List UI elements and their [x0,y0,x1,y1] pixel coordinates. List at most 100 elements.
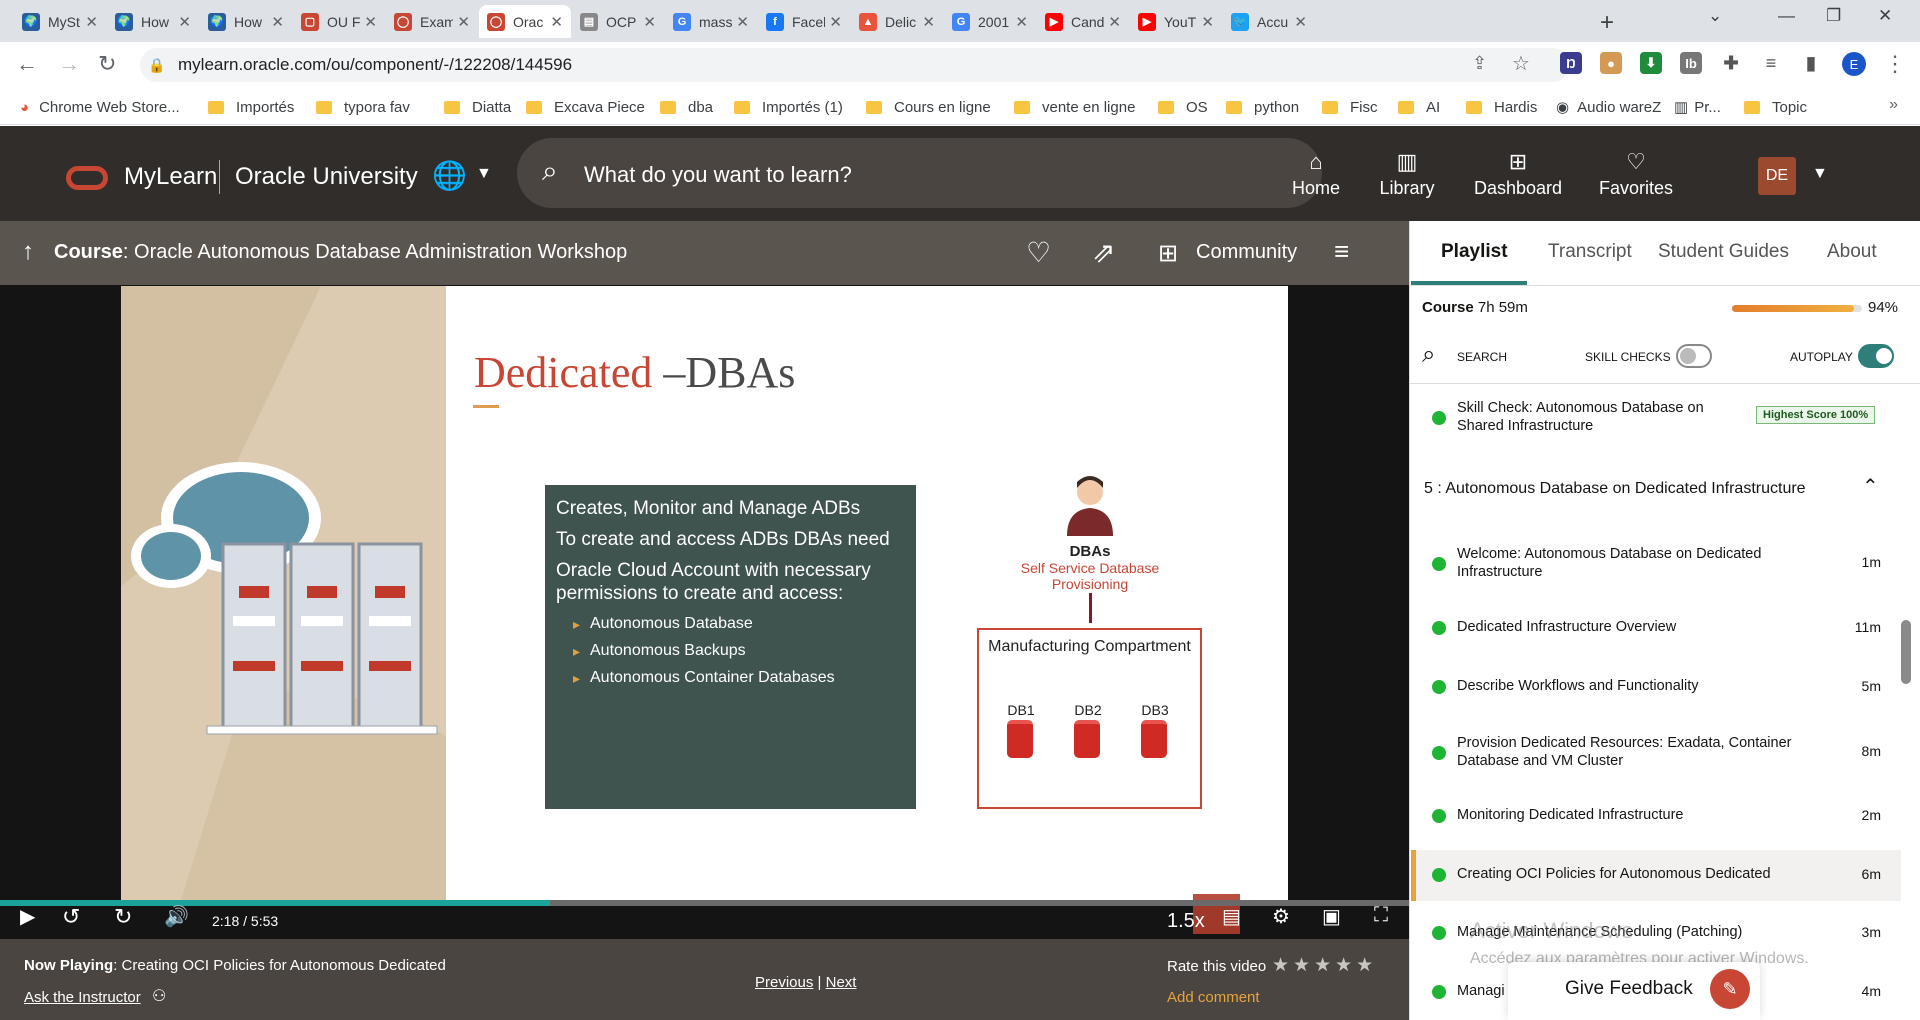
close-tab-icon[interactable]: ✕ [1201,13,1214,31]
playlist-item[interactable]: Monitoring Dedicated Infrastructure [1457,806,1837,824]
next-link[interactable]: Next [826,974,857,991]
share-icon[interactable]: ⇪ [1472,53,1487,74]
fullscreen-icon[interactable]: ⛶ [1374,904,1388,927]
close-window-button[interactable]: ✕ [1878,6,1892,26]
video-progress-fill[interactable] [0,900,550,906]
extension-icon[interactable]: Ŋ [1560,52,1582,74]
community-link[interactable]: Community [1196,241,1297,264]
playlist-toggle-icon[interactable]: ≡ [1334,236,1349,267]
bookmark-item[interactable]: python [1226,97,1299,117]
bookmark-item[interactable]: ◉ Audio wareZ [1556,97,1661,117]
bookmark-item[interactable]: AI [1398,97,1440,117]
bookmark-item[interactable]: dba [660,97,713,117]
bookmark-item[interactable]: Topic [1744,97,1807,117]
close-tab-icon[interactable]: ✕ [550,13,563,31]
chevron-down-icon[interactable]: ▼ [1812,165,1828,183]
browser-tab[interactable]: ◯ Exam ✕ [386,5,478,38]
nav-home[interactable]: ⌂ Home [1271,150,1361,199]
lock-icon[interactable]: 🔒 [148,57,165,74]
bookmark-item[interactable]: Importés (1) [734,97,843,117]
bookmark-star-icon[interactable]: ☆ [1512,51,1530,76]
feedback-chat-icon[interactable]: ✎ [1710,969,1750,1009]
share-icon[interactable]: ⇗ [1092,236,1115,269]
close-tab-icon[interactable]: ✕ [1108,13,1121,31]
close-tab-icon[interactable]: ✕ [1294,13,1307,31]
reload-button[interactable]: ↻ [98,51,116,77]
close-tab-icon[interactable]: ✕ [457,13,470,31]
skill-checks-toggle[interactable] [1676,344,1712,368]
instructor-icon[interactable]: ⚇ [152,986,166,1006]
tab-transcript[interactable]: Transcript [1548,241,1632,263]
reading-list-icon[interactable]: ≡ [1760,52,1782,74]
bookmark-item[interactable]: OS [1158,97,1208,117]
browser-tab[interactable]: 🌍 How ✕ [107,5,199,38]
playlist-item[interactable]: Creating OCI Policies for Autonomous Ded… [1457,865,1837,883]
volume-icon[interactable]: 🔊 [164,904,189,929]
playback-speed[interactable]: 1.5x [1167,910,1205,933]
skill-check-item[interactable]: Skill Check: Autonomous Database on Shar… [1457,399,1727,435]
bookmark-item[interactable]: vente en ligne [1014,97,1135,117]
bookmark-item[interactable]: typora fav [316,97,410,117]
restore-button[interactable]: ❐ [1826,6,1841,26]
autoplay-toggle[interactable] [1858,344,1894,368]
rewind-10-icon[interactable]: ↺ [62,904,80,930]
heart-icon[interactable]: ♡ [1026,236,1051,269]
close-tab-icon[interactable]: ✕ [1015,13,1028,31]
side-panel-icon[interactable]: ▮ [1800,52,1822,74]
tab-about[interactable]: About [1827,241,1877,263]
bookmarks-overflow-icon[interactable]: » [1889,96,1898,114]
play-icon[interactable]: ▶ [20,904,35,929]
bookmark-item[interactable]: Diatta [444,97,511,117]
previous-link[interactable]: Previous [755,974,813,991]
panel-scrollbar[interactable] [1901,620,1911,684]
close-tab-icon[interactable]: ✕ [922,13,935,31]
chevron-down-icon[interactable]: ▼ [476,165,492,183]
browser-tab[interactable]: f Facel ✕ [758,5,850,38]
nav-dashboard[interactable]: ⊞ Dashboard [1473,150,1563,199]
playlist-item[interactable]: Welcome: Autonomous Database on Dedicate… [1457,545,1837,581]
cookie-extension-icon[interactable]: ● [1600,52,1622,74]
bookmark-item[interactable]: Hardis [1466,97,1537,117]
browser-tab[interactable]: 🌍 How ✕ [200,5,292,38]
browser-tab[interactable]: Gmass ✕ [665,5,757,38]
tab-student-guides[interactable]: Student Guides [1658,241,1789,263]
browser-tab[interactable]: 🐦 Accu ✕ [1223,5,1315,38]
profile-avatar[interactable]: E [1842,52,1866,76]
close-tab-icon[interactable]: ✕ [364,13,377,31]
give-feedback-button[interactable]: Give Feedback [1565,978,1693,1000]
subtitles-icon[interactable]: ▤ [1222,904,1241,929]
browser-tab[interactable]: G 2001 ✕ [944,5,1036,38]
globe-icon[interactable]: 🌐 [432,159,467,192]
browser-tab[interactable]: ▶ YouT ✕ [1130,5,1222,38]
nav-favorites[interactable]: ♡ Favorites [1591,150,1681,199]
bookmark-item[interactable]: ▥ Pr... [1674,97,1721,117]
bookmark-item[interactable]: Fisc [1322,97,1378,117]
bookmark-item[interactable]: Cours en ligne [866,97,991,117]
bookmark-item[interactable]: Importés [208,97,294,117]
close-tab-icon[interactable]: ✕ [643,13,656,31]
playlist-search[interactable]: SEARCH [1457,350,1507,364]
ask-instructor-link[interactable]: Ask the Instructor [24,989,141,1006]
rating-stars[interactable]: ★★★★★ [1272,954,1377,977]
close-tab-icon[interactable]: ✕ [178,13,191,31]
close-tab-icon[interactable]: ✕ [736,13,749,31]
oracle-logo[interactable] [66,166,108,190]
forward-button[interactable]: → [58,51,80,77]
download-extension-icon[interactable]: ⬇ [1640,52,1662,74]
browser-tab[interactable]: 🌍 MySt ✕ [14,5,106,38]
address-bar[interactable]: mylearn.oracle.com/ou/component/-/122208… [140,48,1570,82]
nav-library[interactable]: ▥ Library [1362,150,1452,199]
miniplayer-icon[interactable]: ▣ [1322,904,1341,929]
close-tab-icon[interactable]: ✕ [829,13,842,31]
search-icon[interactable]: ⌕ [1422,341,1435,369]
tab-search-icon[interactable]: ⌄ [1708,6,1722,26]
section-title[interactable]: 5 : Autonomous Database on Dedicated Inf… [1424,480,1806,498]
menu-kebab-icon[interactable]: ⋮ [1884,51,1906,77]
search-input[interactable]: What do you want to learn? [584,162,852,188]
back-button[interactable]: ← [16,51,38,77]
browser-tab[interactable]: ▶ Cand ✕ [1037,5,1129,38]
playlist-item[interactable]: Describe Workflows and Functionality [1457,677,1837,695]
arrow-up-icon[interactable]: ↑ [22,238,34,266]
browser-tab[interactable]: ▤ OCP ✕ [572,5,664,38]
brand-name[interactable]: MyLearn [124,163,217,191]
